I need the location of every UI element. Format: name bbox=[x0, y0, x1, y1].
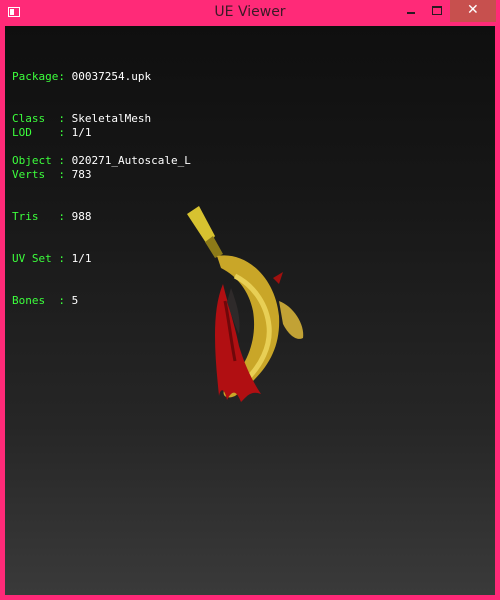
close-button[interactable]: ✕ bbox=[450, 0, 496, 22]
info-value: 1/1 bbox=[71, 252, 92, 265]
mesh-stats-block: LOD : 1/1 Verts : 783 Tris : 988 UV Set … bbox=[12, 98, 91, 336]
info-label: LOD : bbox=[12, 126, 72, 139]
info-label: Bones : bbox=[12, 294, 72, 307]
info-label: UV Set : bbox=[12, 252, 72, 265]
minimize-icon bbox=[407, 12, 415, 14]
info-row-lod: LOD : 1/1 bbox=[12, 126, 91, 140]
info-row-package: Package: 00037254.upk bbox=[12, 70, 191, 84]
info-label: Package: bbox=[12, 70, 72, 83]
mesh-peel-curl bbox=[279, 301, 304, 339]
info-label: Tris : bbox=[12, 210, 72, 223]
mesh-red-tip bbox=[273, 272, 283, 284]
info-value: 1/1 bbox=[71, 126, 92, 139]
info-value: 783 bbox=[71, 168, 92, 181]
info-value: 5 bbox=[71, 294, 79, 307]
info-row-verts: Verts : 783 bbox=[12, 168, 91, 182]
minimize-button[interactable] bbox=[398, 0, 424, 22]
3d-viewport[interactable]: Package: 00037254.upk Class : SkeletalMe… bbox=[5, 26, 495, 595]
info-label: Verts : bbox=[12, 168, 72, 181]
maximize-button[interactable] bbox=[424, 0, 450, 22]
info-value: 988 bbox=[71, 210, 92, 223]
close-icon: ✕ bbox=[467, 2, 479, 18]
app-window: UE Viewer ✕ Package: 00037254.upk Class … bbox=[0, 0, 500, 600]
info-row-bones: Bones : 5 bbox=[12, 294, 91, 308]
maximize-icon bbox=[432, 6, 442, 15]
info-value: 00037254.upk bbox=[71, 70, 152, 83]
info-row-tris: Tris : 988 bbox=[12, 210, 91, 224]
banana-mesh-render[interactable] bbox=[175, 206, 325, 406]
info-row-uvset: UV Set : 1/1 bbox=[12, 252, 91, 266]
title-bar[interactable]: UE Viewer ✕ bbox=[0, 0, 500, 26]
